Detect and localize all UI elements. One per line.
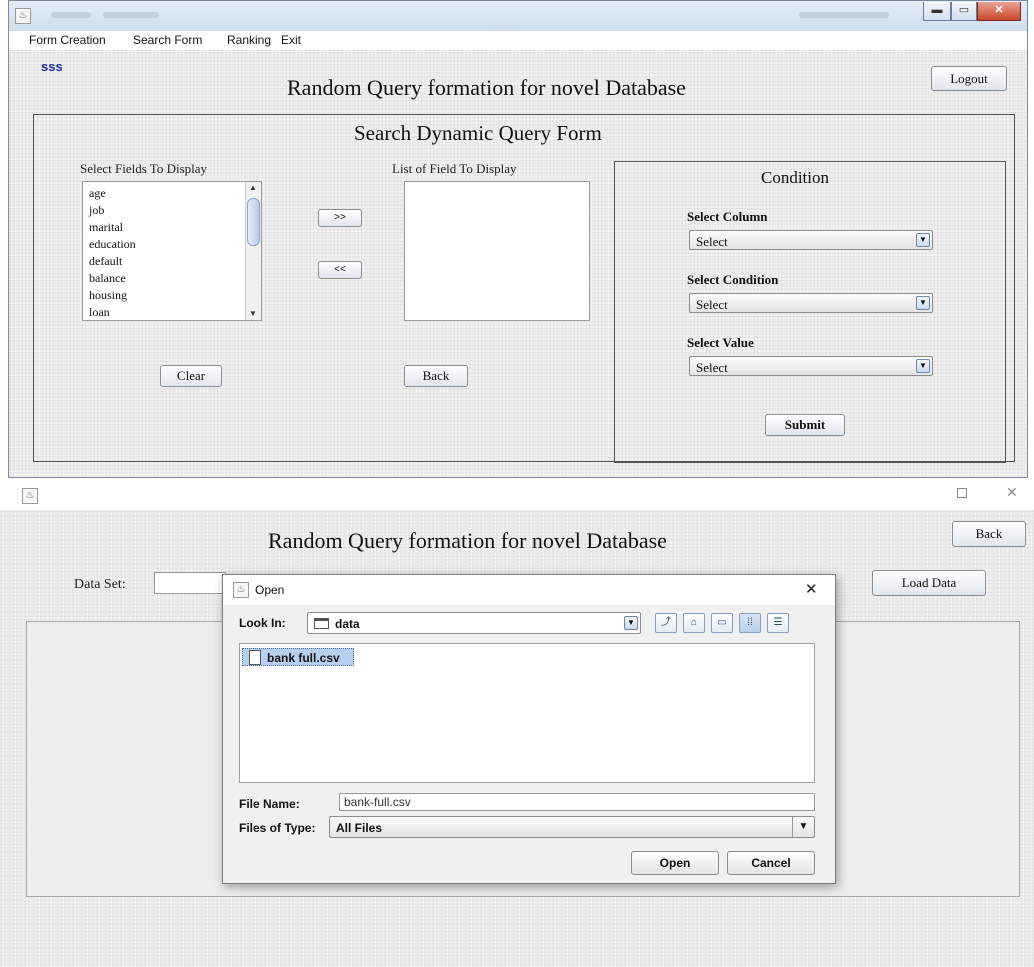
look-in-label: Look In: [239,616,286,630]
user-name: sss [41,59,63,74]
close-icon: ✕ [994,4,1004,16]
files-of-type-dropdown[interactable]: All Files ▼ [329,816,815,838]
cancel-button[interactable]: Cancel [727,851,815,875]
details-view-icon[interactable]: ☰ [767,613,789,633]
form-title: Search Dynamic Query Form [354,121,602,145]
scroll-down-icon[interactable]: ▼ [246,308,260,320]
list-item[interactable]: job [89,203,104,218]
select-value-label: Select Value [687,335,754,350]
minimize-button[interactable]: ▬ [923,2,951,21]
select-column-label: Select Column [687,209,768,224]
list-of-field-label: List of Field To Display [392,161,517,176]
maximize-icon[interactable] [957,488,967,498]
menu-search-form[interactable]: Search Form [133,33,202,47]
select-condition-value: Select [696,297,728,312]
java-app-icon: ♨ [233,582,249,598]
files-of-type-value: All Files [336,821,383,835]
menu-ranking[interactable]: Ranking [227,33,271,47]
back-button[interactable]: Back [952,521,1026,547]
select-column-dropdown[interactable]: Select ▼ [689,230,933,250]
select-condition-label: Select Condition [687,272,779,287]
condition-panel: Condition Select Column Select ▼ Select … [614,161,1006,463]
new-folder-icon[interactable]: ▭ [711,613,733,633]
up-folder-icon[interactable]: ⤴ [655,613,677,633]
dialog-title-bar: ♨ Open ✕ [223,575,835,605]
menu-form-creation[interactable]: Form Creation [29,33,106,47]
data-set-label: Data Set: [74,577,126,592]
scroll-thumb[interactable] [247,198,260,246]
search-form-content: sss Random Query formation for novel Dat… [9,51,1027,477]
title-text-blur [51,12,91,18]
file-name-label: File Name: [239,797,300,811]
title-text-blur [103,12,159,18]
scroll-up-icon[interactable]: ▲ [246,182,260,194]
file-name-input[interactable]: bank-full.csv [339,793,815,811]
logout-button[interactable]: Logout [931,66,1007,91]
folder-icon [314,618,329,629]
remove-field-button[interactable]: << [318,261,362,279]
list-item[interactable]: housing [89,288,127,303]
fields-scrollbar[interactable]: ▲ ▼ [245,182,261,320]
select-column-value: Select [696,234,728,249]
java-app-icon: ♨ [15,8,31,24]
open-file-dialog: ♨ Open ✕ Look In: data ▼ ⤴ ⌂ ▭ ⁞⁞ ☰ bank… [222,574,836,884]
select-value-value: Select [696,360,728,375]
add-field-button[interactable]: >> [318,209,362,227]
maximize-icon: ▭ [958,4,970,16]
close-icon[interactable]: ✕ [1006,484,1018,501]
select-fields-label: Select Fields To Display [80,161,208,176]
load-data-button[interactable]: Load Data [872,570,986,596]
close-icon[interactable]: ✕ [805,580,818,598]
close-button[interactable]: ✕ [977,2,1021,21]
look-in-value: data [335,617,360,631]
file-list[interactable]: bank full.csv [239,643,815,783]
chevron-down-icon[interactable]: ▼ [916,296,930,310]
display-fields-list[interactable] [404,181,590,321]
files-of-type-label: Files of Type: [239,821,316,835]
page-title: Random Query formation for novel Databas… [287,75,686,100]
list-item[interactable]: loan [89,305,110,320]
maximize-button[interactable]: ▭ [951,2,977,21]
java-app-icon: ♨ [22,488,38,504]
list-item[interactable]: default [89,254,122,269]
look-in-dropdown[interactable]: data ▼ [307,612,641,634]
page-title: Random Query formation for novel Databas… [268,528,667,553]
select-condition-dropdown[interactable]: Select ▼ [689,293,933,313]
back-button[interactable]: Back [404,365,468,387]
title-text-blur [799,12,889,18]
condition-title: Condition [761,168,830,187]
list-item[interactable]: age [89,186,106,201]
menu-bar: Form Creation Search Form Ranking Exit [9,31,1027,51]
data-set-input[interactable] [154,572,226,594]
open-button[interactable]: Open [631,851,719,875]
clear-button[interactable]: Clear [160,365,222,387]
menu-exit[interactable]: Exit [281,33,301,47]
submit-button[interactable]: Submit [765,414,845,436]
dialog-title: Open [255,583,285,597]
file-icon [249,650,261,665]
chevron-down-icon[interactable]: ▼ [916,233,930,247]
chevron-down-icon[interactable]: ▼ [792,817,814,837]
chevron-down-icon[interactable]: ▼ [916,359,930,373]
file-name: bank full.csv [267,651,340,665]
search-form-panel: Search Dynamic Query Form Select Fields … [33,114,1015,463]
title-bar: ♨ ▬ ▭ ✕ [9,1,1027,31]
search-form-window: ♨ ▬ ▭ ✕ Form Creation Search Form Rankin… [8,0,1028,478]
title-bar: ♨ ✕ [0,482,1034,510]
home-icon[interactable]: ⌂ [683,613,705,633]
minimize-icon: ▬ [931,4,943,16]
fields-list[interactable]: age job marital education default balanc… [82,181,262,321]
list-item[interactable]: marital [89,220,123,235]
list-item[interactable]: bank full.csv [242,648,354,666]
list-item[interactable]: education [89,237,136,252]
list-item[interactable]: balance [89,271,126,286]
chevron-down-icon[interactable]: ▼ [624,616,638,630]
select-value-dropdown[interactable]: Select ▼ [689,356,933,376]
list-view-icon[interactable]: ⁞⁞ [739,613,761,633]
